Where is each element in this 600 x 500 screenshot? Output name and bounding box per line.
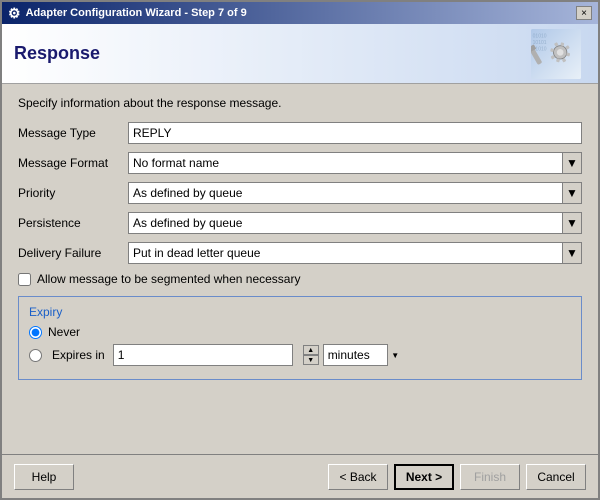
footer-left: Help xyxy=(14,464,74,490)
header-icon-area: 01010 10101 01010 xyxy=(526,29,586,79)
back-button[interactable]: < Back xyxy=(328,464,388,490)
never-label: Never xyxy=(48,325,80,339)
finish-button[interactable]: Finish xyxy=(460,464,520,490)
time-unit-wrapper: minutes seconds hours ▼ xyxy=(323,344,403,366)
persistence-select[interactable]: As defined by queue xyxy=(128,212,582,234)
message-format-control: No format name ▼ xyxy=(128,152,582,174)
cancel-button[interactable]: Cancel xyxy=(526,464,586,490)
help-button[interactable]: Help xyxy=(14,464,74,490)
never-radio[interactable] xyxy=(29,326,42,339)
allow-segment-label: Allow message to be segmented when neces… xyxy=(37,272,300,286)
message-format-select[interactable]: No format name xyxy=(128,152,582,174)
message-type-input[interactable] xyxy=(128,122,582,144)
message-format-row: Message Format No format name ▼ xyxy=(18,152,582,174)
message-type-row: Message Type xyxy=(18,122,582,144)
priority-label: Priority xyxy=(18,186,128,200)
message-type-control xyxy=(128,122,582,144)
spinner-down-button[interactable]: ▼ xyxy=(303,355,319,365)
never-radio-row: Never xyxy=(29,325,571,339)
svg-text:01010: 01010 xyxy=(533,33,547,39)
message-type-label: Message Type xyxy=(18,126,128,140)
allow-segment-row: Allow message to be segmented when neces… xyxy=(18,272,582,286)
wizard-window: ⚙ Adapter Configuration Wizard - Step 7 … xyxy=(0,0,600,500)
svg-text:10101: 10101 xyxy=(533,40,547,46)
delivery-failure-label: Delivery Failure xyxy=(18,246,128,260)
gear-icon: 01010 10101 01010 xyxy=(531,29,581,79)
window-title: Adapter Configuration Wizard - Step 7 of… xyxy=(26,7,247,19)
expiry-group: Expiry Never Expires in ▲ ▼ minutes se xyxy=(18,296,582,380)
next-button[interactable]: Next > xyxy=(394,464,454,490)
title-bar: ⚙ Adapter Configuration Wizard - Step 7 … xyxy=(2,2,598,24)
expires-in-radio[interactable] xyxy=(29,349,42,362)
footer-right: < Back Next > Finish Cancel xyxy=(328,464,586,490)
expires-in-spinner: ▲ ▼ xyxy=(303,345,319,365)
expires-in-label: Expires in xyxy=(52,348,105,362)
allow-segment-checkbox[interactable] xyxy=(18,273,31,286)
priority-control: As defined by queue ▼ xyxy=(128,182,582,204)
persistence-label: Persistence xyxy=(18,216,128,230)
message-format-label: Message Format xyxy=(18,156,128,170)
header-banner: Response 01010 10101 01010 xyxy=(2,24,598,84)
form-content: Specify information about the response m… xyxy=(2,84,598,454)
close-button[interactable]: × xyxy=(576,6,592,20)
footer: Help < Back Next > Finish Cancel xyxy=(2,454,598,498)
expires-in-input[interactable] xyxy=(113,344,293,366)
expiry-legend: Expiry xyxy=(29,305,571,319)
page-title: Response xyxy=(14,43,100,64)
spinner-up-button[interactable]: ▲ xyxy=(303,345,319,355)
expires-in-row: Expires in ▲ ▼ minutes seconds hours ▼ xyxy=(29,344,571,366)
time-unit-select[interactable]: minutes seconds hours xyxy=(323,344,403,366)
description-text: Specify information about the response m… xyxy=(18,96,582,110)
persistence-row: Persistence As defined by queue ▼ xyxy=(18,212,582,234)
delivery-failure-control: Put in dead letter queue ▼ xyxy=(128,242,582,264)
delivery-failure-select[interactable]: Put in dead letter queue xyxy=(128,242,582,264)
priority-row: Priority As defined by queue ▼ xyxy=(18,182,582,204)
app-icon: ⚙ xyxy=(8,5,21,22)
delivery-failure-row: Delivery Failure Put in dead letter queu… xyxy=(18,242,582,264)
priority-select[interactable]: As defined by queue xyxy=(128,182,582,204)
persistence-control: As defined by queue ▼ xyxy=(128,212,582,234)
